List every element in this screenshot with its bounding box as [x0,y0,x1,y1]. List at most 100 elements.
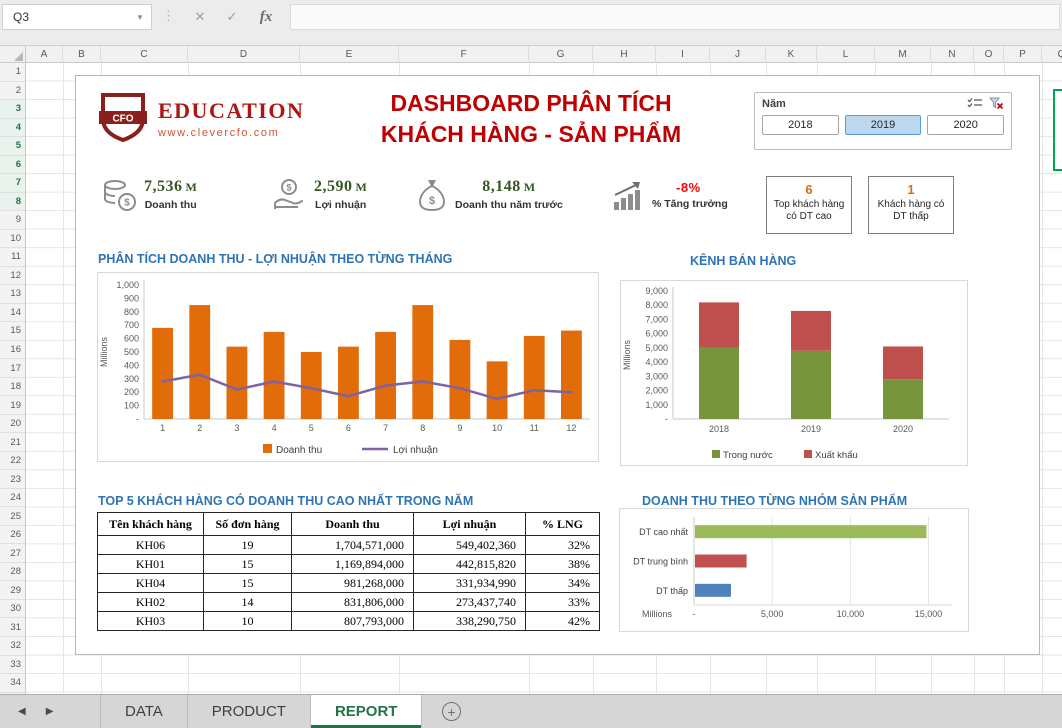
row-header-23[interactable]: 23 [0,470,25,489]
column-header-F[interactable]: F [399,46,529,63]
row-header-2[interactable]: 2 [0,82,25,101]
column-header-D[interactable]: D [188,46,300,63]
sheet-tab-data[interactable]: DATA [101,695,188,728]
column-header-L[interactable]: L [817,46,875,63]
row-header-1[interactable]: 1 [0,63,25,82]
row-header-30[interactable]: 30 [0,600,25,619]
row-header-20[interactable]: 20 [0,415,25,434]
column-header-M[interactable]: M [875,46,931,63]
row-header-19[interactable]: 19 [0,396,25,415]
sheet-nav-right-icon[interactable]: ▶ [46,706,54,717]
row-header-26[interactable]: 26 [0,526,25,545]
row-header-18[interactable]: 18 [0,378,25,397]
row-header-16[interactable]: 16 [0,341,25,360]
row-header-33[interactable]: 33 [0,656,25,675]
table-cell[interactable]: 273,437,740 [414,593,526,612]
column-header-J[interactable]: J [710,46,766,63]
cancel-icon[interactable]: ✕ [186,4,214,30]
chart-monthly-revenue-profit[interactable]: -1002003004005006007008009001,000Million… [97,272,599,462]
row-header-12[interactable]: 12 [0,267,25,286]
slicer-button-2020[interactable]: 2020 [927,115,1004,135]
slicer-button-2019[interactable]: 2019 [845,115,922,135]
table-cell[interactable]: 32% [526,536,600,555]
slicer-clear-filter-icon[interactable] [989,97,1004,110]
column-header-G[interactable]: G [529,46,593,63]
row-header-32[interactable]: 32 [0,637,25,656]
row-header-21[interactable]: 21 [0,433,25,452]
table-cell[interactable]: KH04 [98,574,204,593]
table-cell[interactable]: 1,704,571,000 [292,536,414,555]
formula-input[interactable] [290,4,1060,30]
row-header-9[interactable]: 9 [0,211,25,230]
sheet-nav-left-icon[interactable]: ◀ [18,706,26,717]
table-cell[interactable]: 19 [204,536,292,555]
column-header-P[interactable]: P [1004,46,1042,63]
row-header-31[interactable]: 31 [0,618,25,637]
column-header-I[interactable]: I [656,46,710,63]
row-header-4[interactable]: 4 [0,119,25,138]
add-sheet-button[interactable]: + [422,695,480,728]
row-header-28[interactable]: 28 [0,563,25,582]
table-cell[interactable]: 442,815,820 [414,555,526,574]
row-header-3[interactable]: 3 [0,100,25,119]
column-header-Q[interactable]: Q [1042,46,1062,63]
sheet-tab-product[interactable]: PRODUCT [188,695,311,728]
table-cell[interactable]: 14 [204,593,292,612]
column-header-B[interactable]: B [63,46,101,63]
slicer-multiselect-icon[interactable] [967,97,983,110]
insert-function-icon[interactable]: fx [252,4,280,30]
row-header-15[interactable]: 15 [0,322,25,341]
row-header-14[interactable]: 14 [0,304,25,323]
table-cell[interactable]: 549,402,360 [414,536,526,555]
table-cell[interactable]: 42% [526,612,600,631]
column-header-H[interactable]: H [593,46,656,63]
name-box[interactable]: Q3 ▾ [2,4,152,30]
legend-label: Doanh thu [276,445,322,456]
table-cell[interactable]: 34% [526,574,600,593]
row-header-25[interactable]: 25 [0,507,25,526]
table-cell[interactable]: KH06 [98,536,204,555]
column-header-C[interactable]: C [101,46,188,63]
select-all-button[interactable] [0,46,26,63]
row-header-34[interactable]: 34 [0,674,25,693]
table-cell[interactable]: 10 [204,612,292,631]
sheet-tab-report[interactable]: REPORT [311,695,423,728]
year-slicer[interactable]: Năm 201820192020 [754,92,1012,150]
row-header-27[interactable]: 27 [0,544,25,563]
table-cell[interactable]: 15 [204,555,292,574]
row-header-24[interactable]: 24 [0,489,25,508]
row-header-7[interactable]: 7 [0,174,25,193]
column-header-K[interactable]: K [766,46,817,63]
column-header-O[interactable]: O [974,46,1004,63]
y-tick-label: 600 [124,334,139,344]
row-header-22[interactable]: 22 [0,452,25,471]
table-cell[interactable]: KH01 [98,555,204,574]
row-header-17[interactable]: 17 [0,359,25,378]
column-header-A[interactable]: A [26,46,63,63]
row-header-5[interactable]: 5 [0,137,25,156]
table-cell[interactable]: 38% [526,555,600,574]
table-cell[interactable]: 807,793,000 [292,612,414,631]
name-box-caret-icon[interactable]: ▾ [129,12,151,23]
table-cell[interactable]: 338,290,750 [414,612,526,631]
table-cell[interactable]: KH03 [98,612,204,631]
row-header-11[interactable]: 11 [0,248,25,267]
table-cell[interactable]: 15 [204,574,292,593]
column-header-N[interactable]: N [931,46,974,63]
column-header-E[interactable]: E [300,46,399,63]
table-cell[interactable]: 331,934,990 [414,574,526,593]
table-cell[interactable]: 831,806,000 [292,593,414,612]
row-header-6[interactable]: 6 [0,156,25,175]
enter-icon[interactable]: ✓ [218,4,246,30]
row-header-8[interactable]: 8 [0,193,25,212]
table-cell[interactable]: 1,169,894,000 [292,555,414,574]
row-header-13[interactable]: 13 [0,285,25,304]
row-header-29[interactable]: 29 [0,581,25,600]
table-cell[interactable]: KH02 [98,593,204,612]
chart-sales-channel[interactable]: -1,0002,0003,0004,0005,0006,0007,0008,00… [620,280,968,466]
table-cell[interactable]: 33% [526,593,600,612]
slicer-button-2018[interactable]: 2018 [762,115,839,135]
table-cell[interactable]: 981,268,000 [292,574,414,593]
row-header-10[interactable]: 10 [0,230,25,249]
chart-product-group[interactable]: -5,00010,00015,000DT cao nhấtDT trung bì… [619,508,969,632]
